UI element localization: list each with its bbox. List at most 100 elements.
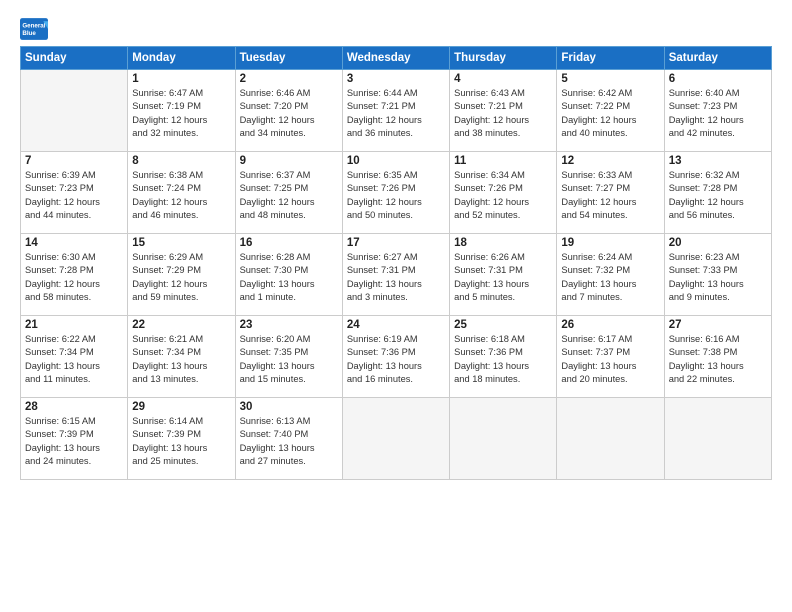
day-detail: Sunrise: 6:38 AMSunset: 7:24 PMDaylight:… [132,169,230,223]
calendar-cell: 21 Sunrise: 6:22 AMSunset: 7:34 PMDayligh… [21,316,128,398]
weekday-header-sunday: Sunday [21,47,128,70]
day-detail: Sunrise: 6:19 AMSunset: 7:36 PMDaylight:… [347,333,445,387]
calendar-cell: 24 Sunrise: 6:19 AMSunset: 7:36 PMDayligh… [342,316,449,398]
week-row-1: 1 Sunrise: 6:47 AMSunset: 7:19 PMDaylight… [21,70,772,152]
calendar-cell: 20 Sunrise: 6:23 AMSunset: 7:33 PMDayligh… [664,234,771,316]
day-number: 16 [240,237,338,249]
day-number: 8 [132,155,230,167]
day-number: 6 [669,73,767,85]
logo: General Blue [20,18,50,40]
day-detail: Sunrise: 6:39 AMSunset: 7:23 PMDaylight:… [25,169,123,223]
calendar-cell: 17 Sunrise: 6:27 AMSunset: 7:31 PMDayligh… [342,234,449,316]
calendar-cell [342,398,449,480]
calendar-cell: 22 Sunrise: 6:21 AMSunset: 7:34 PMDayligh… [128,316,235,398]
day-detail: Sunrise: 6:15 AMSunset: 7:39 PMDaylight:… [25,415,123,469]
calendar-cell: 3 Sunrise: 6:44 AMSunset: 7:21 PMDaylight… [342,70,449,152]
day-detail: Sunrise: 6:37 AMSunset: 7:25 PMDaylight:… [240,169,338,223]
calendar-cell: 12 Sunrise: 6:33 AMSunset: 7:27 PMDayligh… [557,152,664,234]
day-number: 7 [25,155,123,167]
svg-text:General: General [22,22,45,29]
weekday-header-row: SundayMondayTuesdayWednesdayThursdayFrid… [21,47,772,70]
day-detail: Sunrise: 6:29 AMSunset: 7:29 PMDaylight:… [132,251,230,305]
weekday-header-saturday: Saturday [664,47,771,70]
day-number: 5 [561,73,659,85]
day-detail: Sunrise: 6:18 AMSunset: 7:36 PMDaylight:… [454,333,552,387]
day-detail: Sunrise: 6:46 AMSunset: 7:20 PMDaylight:… [240,87,338,141]
day-number: 12 [561,155,659,167]
calendar-cell: 30 Sunrise: 6:13 AMSunset: 7:40 PMDayligh… [235,398,342,480]
day-number: 10 [347,155,445,167]
day-detail: Sunrise: 6:35 AMSunset: 7:26 PMDaylight:… [347,169,445,223]
week-row-4: 21 Sunrise: 6:22 AMSunset: 7:34 PMDayligh… [21,316,772,398]
day-number: 3 [347,73,445,85]
calendar-cell: 29 Sunrise: 6:14 AMSunset: 7:39 PMDayligh… [128,398,235,480]
day-number: 28 [25,401,123,413]
day-number: 9 [240,155,338,167]
day-number: 20 [669,237,767,249]
calendar-cell: 26 Sunrise: 6:17 AMSunset: 7:37 PMDayligh… [557,316,664,398]
calendar-cell: 19Sunrise: 6:24 AMSunset: 7:32 PMDayligh… [557,234,664,316]
calendar-cell: 11 Sunrise: 6:34 AMSunset: 7:26 PMDayligh… [450,152,557,234]
day-detail: Sunrise: 6:14 AMSunset: 7:39 PMDaylight:… [132,415,230,469]
day-number: 23 [240,319,338,331]
day-number: 26 [561,319,659,331]
day-number: 14 [25,237,123,249]
day-detail: Sunrise: 6:44 AMSunset: 7:21 PMDaylight:… [347,87,445,141]
calendar-cell: 6Sunrise: 6:40 AMSunset: 7:23 PMDaylight… [664,70,771,152]
day-detail: Sunrise: 6:17 AMSunset: 7:37 PMDaylight:… [561,333,659,387]
day-detail: Sunrise: 6:22 AMSunset: 7:34 PMDaylight:… [25,333,123,387]
day-number: 1 [132,73,230,85]
calendar-cell [21,70,128,152]
calendar-cell: 15 Sunrise: 6:29 AMSunset: 7:29 PMDayligh… [128,234,235,316]
weekday-header-friday: Friday [557,47,664,70]
calendar-cell: 13 Sunrise: 6:32 AMSunset: 7:28 PMDayligh… [664,152,771,234]
day-detail: Sunrise: 6:27 AMSunset: 7:31 PMDaylight:… [347,251,445,305]
calendar-cell: 10 Sunrise: 6:35 AMSunset: 7:26 PMDayligh… [342,152,449,234]
calendar-cell: 23 Sunrise: 6:20 AMSunset: 7:35 PMDayligh… [235,316,342,398]
calendar-cell: 5 Sunrise: 6:42 AMSunset: 7:22 PMDaylight… [557,70,664,152]
day-number: 17 [347,237,445,249]
week-row-3: 14 Sunrise: 6:30 AMSunset: 7:28 PMDayligh… [21,234,772,316]
calendar-cell: 27Sunrise: 6:16 AMSunset: 7:38 PMDayligh… [664,316,771,398]
day-detail: Sunrise: 6:20 AMSunset: 7:35 PMDaylight:… [240,333,338,387]
calendar-cell [557,398,664,480]
weekday-header-tuesday: Tuesday [235,47,342,70]
day-detail: Sunrise: 6:13 AMSunset: 7:40 PMDaylight:… [240,415,338,469]
day-detail: Sunrise: 6:23 AMSunset: 7:33 PMDaylight:… [669,251,767,305]
calendar-cell: 4Sunrise: 6:43 AMSunset: 7:21 PMDaylight… [450,70,557,152]
page: General Blue SundayMondayTuesdayWednesda… [0,0,792,612]
day-number: 29 [132,401,230,413]
day-number: 24 [347,319,445,331]
calendar: SundayMondayTuesdayWednesdayThursdayFrid… [20,46,772,480]
day-number: 11 [454,155,552,167]
day-number: 18 [454,237,552,249]
day-number: 13 [669,155,767,167]
day-detail: Sunrise: 6:30 AMSunset: 7:28 PMDaylight:… [25,251,123,305]
day-detail: Sunrise: 6:32 AMSunset: 7:28 PMDaylight:… [669,169,767,223]
week-row-5: 28 Sunrise: 6:15 AMSunset: 7:39 PMDayligh… [21,398,772,480]
weekday-header-wednesday: Wednesday [342,47,449,70]
day-detail: Sunrise: 6:42 AMSunset: 7:22 PMDaylight:… [561,87,659,141]
calendar-cell: 14 Sunrise: 6:30 AMSunset: 7:28 PMDayligh… [21,234,128,316]
day-detail: Sunrise: 6:34 AMSunset: 7:26 PMDaylight:… [454,169,552,223]
calendar-cell: 16 Sunrise: 6:28 AMSunset: 7:30 PMDayligh… [235,234,342,316]
day-number: 27 [669,319,767,331]
calendar-cell: 25Sunrise: 6:18 AMSunset: 7:36 PMDayligh… [450,316,557,398]
day-detail: Sunrise: 6:47 AMSunset: 7:19 PMDaylight:… [132,87,230,141]
day-number: 4 [454,73,552,85]
day-number: 15 [132,237,230,249]
calendar-cell [664,398,771,480]
calendar-cell: 8 Sunrise: 6:38 AMSunset: 7:24 PMDaylight… [128,152,235,234]
calendar-cell: 18 Sunrise: 6:26 AMSunset: 7:31 PMDayligh… [450,234,557,316]
calendar-cell: 7 Sunrise: 6:39 AMSunset: 7:23 PMDaylight… [21,152,128,234]
day-detail: Sunrise: 6:21 AMSunset: 7:34 PMDaylight:… [132,333,230,387]
day-number: 22 [132,319,230,331]
day-number: 30 [240,401,338,413]
day-detail: Sunrise: 6:26 AMSunset: 7:31 PMDaylight:… [454,251,552,305]
day-detail: Sunrise: 6:33 AMSunset: 7:27 PMDaylight:… [561,169,659,223]
calendar-cell: 9 Sunrise: 6:37 AMSunset: 7:25 PMDaylight… [235,152,342,234]
logo-icon: General Blue [20,18,48,40]
day-detail: Sunrise: 6:28 AMSunset: 7:30 PMDaylight:… [240,251,338,305]
calendar-cell: 1 Sunrise: 6:47 AMSunset: 7:19 PMDaylight… [128,70,235,152]
day-number: 21 [25,319,123,331]
